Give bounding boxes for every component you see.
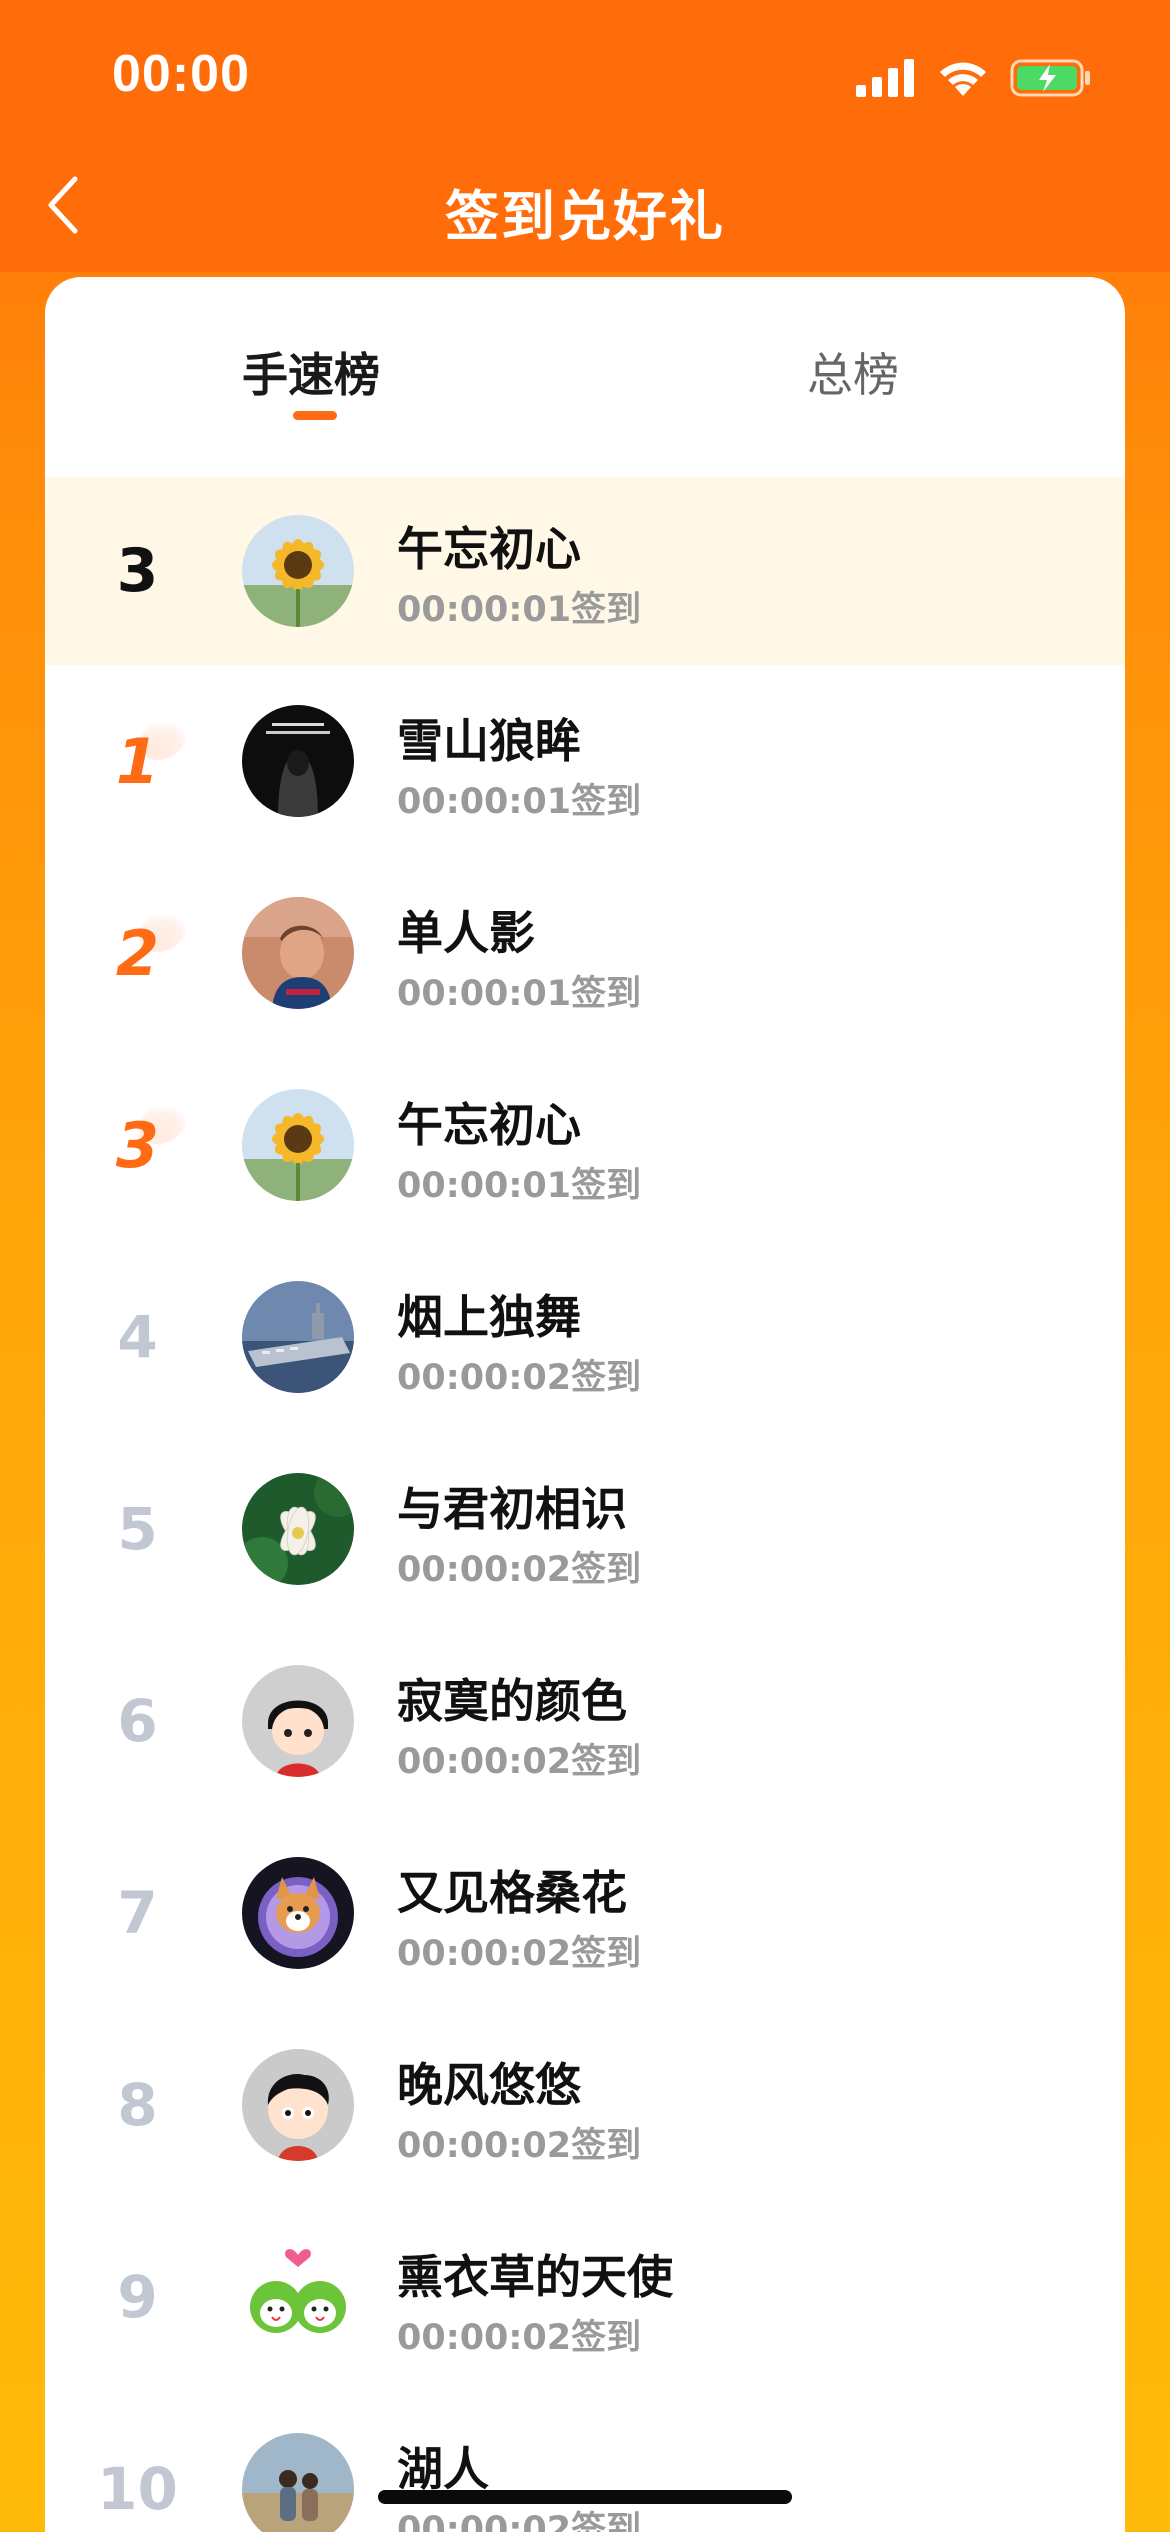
list-item[interactable]: 4 烟上独舞 00:00:02签到 [45,1241,1125,1433]
user-name: 雪山狼眸 [397,714,581,768]
battery-charging-icon [1010,59,1090,97]
avatar[interactable] [242,1089,354,1201]
user-name: 午忘初心 [397,1098,581,1152]
user-name: 单人影 [397,906,535,960]
rank-number: 10 [97,2455,178,2523]
checkin-time: 00:00:02签到 [397,2126,642,2166]
user-name: 晚风悠悠 [397,2058,581,2112]
sunflower-avatar-icon [242,1089,354,1201]
tab-total-ranking[interactable]: 总榜 [807,339,899,405]
leaderboard-list: 3 午忘初心 00:00:01签到 1 雪山狼眸 00:00:01签到 2 单人… [45,477,1125,2532]
user-name: 与君初相识 [397,1482,627,1536]
corgi-avatar-icon [242,1857,354,1969]
rank-number: 6 [117,1687,158,1755]
cartoon-girl-avatar-icon [242,1665,354,1777]
avatar[interactable] [242,1857,354,1969]
status-bar: 00:00 [0,0,1170,150]
home-indicator[interactable] [378,2490,792,2504]
rank-number: 7 [117,1879,158,1947]
tab-active-indicator [293,411,337,420]
rank-number: 4 [117,1303,158,1371]
list-item[interactable]: 1 雪山狼眸 00:00:01签到 [45,665,1125,857]
avatar[interactable] [242,1473,354,1585]
rank-number: 2 [115,916,160,990]
list-item[interactable]: 2 单人影 00:00:01签到 [45,857,1125,1049]
list-item[interactable]: 8 晚风悠悠 00:00:02签到 [45,2009,1125,2201]
my-checkin-time: 00:00:01签到 [397,590,642,630]
list-item[interactable]: 9 熏衣草的天使 00:00:02签到 [45,2201,1125,2393]
sunflower-avatar-icon [242,515,354,627]
avatar[interactable] [242,2241,354,2353]
tab-bar: 手速榜 总榜 [45,277,1125,477]
cartoon-boy-avatar-icon [242,2049,354,2161]
rank-number: 5 [117,1495,158,1563]
tab-speed-ranking[interactable]: 手速榜 [242,339,380,405]
checkin-time: 00:00:01签到 [397,1166,642,1206]
football-player-avatar-icon [242,897,354,1009]
list-item[interactable]: 3 午忘初心 00:00:01签到 [45,1049,1125,1241]
checkin-time: 00:00:02签到 [397,1742,642,1782]
status-time: 00:00 [112,45,250,103]
list-item[interactable]: 5 与君初相识 00:00:02签到 [45,1433,1125,1625]
avatar[interactable] [242,2049,354,2161]
couple-photo-avatar-icon [242,2433,354,2532]
header-bar: 00:00 签到兑好礼 [0,0,1170,272]
status-icons [856,56,1092,100]
nav-bar: 签到兑好礼 [0,150,1170,260]
checkin-time: 00:00:02签到 [397,1550,642,1590]
list-item[interactable]: 6 寂寞的颜色 00:00:02签到 [45,1625,1125,1817]
checkin-time: 00:00:02签到 [397,2510,642,2532]
avatar[interactable] [242,2433,354,2532]
my-rank-row[interactable]: 3 午忘初心 00:00:01签到 [45,477,1125,665]
user-name: 烟上独舞 [397,1290,581,1344]
rank-medal: 3 [45,1049,230,1241]
wifi-icon [940,62,986,96]
checkin-time: 00:00:02签到 [397,1358,642,1398]
rank-number: 8 [117,2071,158,2139]
my-name: 午忘初心 [397,522,581,576]
cartoon-pair-avatar-icon [242,2241,354,2353]
page-title: 签到兑好礼 [445,187,725,247]
rank-number: 9 [117,2263,158,2331]
checkin-time: 00:00:01签到 [397,782,642,822]
checkin-time: 00:00:02签到 [397,1934,642,1974]
aircraft-carrier-avatar-icon [242,1281,354,1393]
avatar[interactable] [242,515,354,627]
checkin-time: 00:00:01签到 [397,974,642,1014]
avatar[interactable] [242,1281,354,1393]
hooded-figure-avatar-icon [242,705,354,817]
checkin-time: 00:00:02签到 [397,2318,642,2358]
signal-icon [856,59,914,97]
avatar[interactable] [242,705,354,817]
avatar[interactable] [242,1665,354,1777]
rank-medal: 1 [45,665,230,857]
user-name: 熏衣草的天使 [397,2250,673,2304]
list-item[interactable]: 10 湖人 00:00:02签到 [45,2393,1125,2532]
user-name: 又见格桑花 [397,1866,627,1920]
list-item[interactable]: 7 又见格桑花 00:00:02签到 [45,1817,1125,2009]
rank-number: 3 [115,1108,160,1182]
rank-number: 1 [115,724,160,798]
my-rank-number: 3 [116,536,159,606]
leaderboard-card: 手速榜 总榜 3 午忘初心 00:00:01签到 1 雪山狼眸 00:00:01… [45,277,1125,2532]
lotus-avatar-icon [242,1473,354,1585]
avatar[interactable] [242,897,354,1009]
user-name: 寂寞的颜色 [397,1674,627,1728]
rank-medal: 2 [45,857,230,1049]
